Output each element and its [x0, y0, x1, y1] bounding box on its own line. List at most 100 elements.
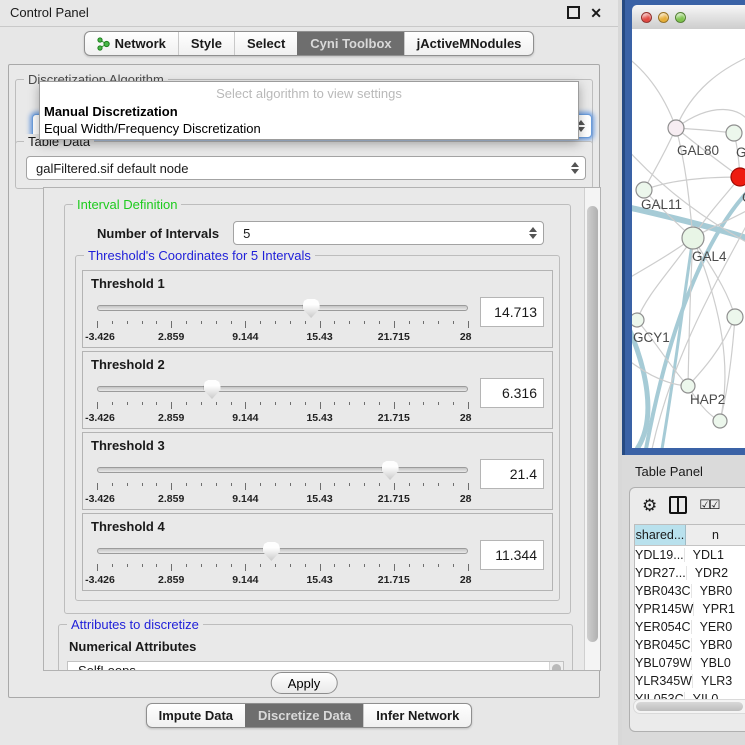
split-columns-icon[interactable]	[669, 496, 687, 514]
network-node-gal4[interactable]	[682, 227, 704, 249]
network-node-hap2[interactable]	[681, 379, 695, 393]
network-node-c[interactable]	[731, 168, 745, 186]
cell-shared-name[interactable]: YBR045C	[635, 638, 692, 652]
threshold-label: Threshold 3	[91, 438, 544, 454]
threshold-slider-2[interactable]: -3.4262.8599.14415.4321.71528	[97, 379, 468, 425]
cell-name[interactable]: YLR3	[693, 674, 745, 688]
threshold-label: Threshold 1	[91, 276, 544, 292]
num-intervals-combobox[interactable]: 5	[233, 221, 544, 245]
slider-ticks	[97, 402, 468, 410]
close-panel-icon[interactable]: ✕	[590, 7, 602, 19]
tab-jactivemnodules[interactable]: jActiveMNodules	[404, 32, 534, 55]
attributes-scrollbar[interactable]	[549, 662, 563, 670]
main-scrollbar[interactable]	[584, 188, 600, 670]
apply-button[interactable]: Apply	[271, 672, 338, 694]
tab-label: Network	[115, 36, 166, 51]
cell-shared-name[interactable]: YDL19...	[635, 548, 685, 562]
tab-style[interactable]: Style	[178, 32, 234, 55]
gear-icon[interactable]: ⚙	[642, 497, 657, 514]
slider-track[interactable]	[97, 386, 468, 392]
table-row[interactable]: YDL19...YDL1	[635, 546, 745, 564]
slider-track[interactable]	[97, 305, 468, 311]
tab-discretize-data[interactable]: Discretize Data	[245, 704, 363, 727]
threshold-slider-3[interactable]: -3.4262.8599.14415.4321.71528	[97, 460, 468, 506]
threshold-value-field-3[interactable]: 21.4	[480, 459, 544, 489]
numerical-attributes-list[interactable]: SelfLoopsTopologicalCoefficientBetweenne…	[67, 661, 564, 670]
network-node-h[interactable]	[727, 309, 743, 325]
network-edge[interactable]	[644, 177, 740, 190]
popup-item-equal-width-frequency-discretization[interactable]: Equal Width/Frequency Discretization	[40, 120, 578, 137]
node-label-hap2: HAP2	[690, 392, 725, 407]
threshold-value-field-4[interactable]: 11.344	[480, 540, 544, 570]
cell-shared-name[interactable]: YBL079W	[635, 656, 692, 670]
cell-shared-name[interactable]: YBR043C	[635, 584, 692, 598]
network-node-gal11[interactable]	[636, 182, 652, 198]
network-edge[interactable]	[676, 57, 745, 128]
table-row[interactable]: YPR145WYPR1	[635, 600, 745, 618]
threshold-value-field-1[interactable]: 14.713	[480, 297, 544, 327]
minimize-traffic-light-icon[interactable]	[658, 12, 669, 23]
stepper-arrows-icon	[529, 227, 537, 239]
node-attribute-table[interactable]: shared... n YDL19...YDL1YDR27...YDR2YBR0…	[634, 524, 745, 700]
cell-name[interactable]: YBR0	[692, 584, 745, 598]
cell-name[interactable]: YER0	[692, 620, 745, 634]
threshold-box-4: Threshold 4-3.4262.8599.14415.4321.71528…	[82, 513, 553, 591]
cell-shared-name[interactable]: YDR27...	[635, 566, 687, 580]
cell-name[interactable]: YBL0	[692, 656, 745, 670]
cell-shared-name[interactable]: YPR145W	[635, 602, 694, 616]
network-node-gcy1[interactable]	[632, 313, 644, 327]
network-edge[interactable]	[688, 317, 735, 386]
slider-thumb[interactable]	[382, 461, 399, 480]
zoom-traffic-light-icon[interactable]	[675, 12, 686, 23]
threshold-label: Threshold 2	[91, 357, 544, 373]
cell-name[interactable]: YPR1	[694, 602, 745, 616]
column-header-name[interactable]: n	[686, 525, 745, 545]
threshold-slider-1[interactable]: -3.4262.8599.14415.4321.71528	[97, 298, 468, 344]
close-traffic-light-icon[interactable]	[641, 12, 652, 23]
network-node-ga[interactable]	[726, 125, 742, 141]
algorithm-dropdown-popup: Select algorithm to view settings Manual…	[39, 81, 579, 140]
network-node-gal80[interactable]	[668, 120, 684, 136]
slider-thumb[interactable]	[204, 380, 221, 399]
network-edge[interactable]	[644, 128, 676, 190]
table-row[interactable]: YDR27...YDR2	[635, 564, 745, 582]
slider-track[interactable]	[97, 467, 468, 473]
panel-tabbar: Network StyleSelectCyni ToolboxjActiveMNo…	[84, 31, 535, 56]
cell-name[interactable]: YBR0	[692, 638, 745, 652]
column-header-shared-name[interactable]: shared...	[635, 525, 686, 545]
slider-tick-labels: -3.4262.8599.14415.4321.71528	[97, 574, 468, 586]
network-node[interactable]	[713, 414, 727, 428]
table-row[interactable]: YBR043CYBR0	[635, 582, 745, 600]
threshold-slider-4[interactable]: -3.4262.8599.14415.4321.71528	[97, 541, 468, 587]
tab-impute-data[interactable]: Impute Data	[147, 704, 245, 727]
table-horizontal-scrollbar[interactable]	[633, 699, 745, 714]
popup-item-manual-discretization[interactable]: Manual Discretization	[40, 103, 578, 120]
cell-shared-name[interactable]: YLR345W	[635, 674, 693, 688]
attribute-item-selfloops[interactable]: SelfLoops	[68, 662, 563, 670]
main-scrollbar-thumb[interactable]	[587, 206, 598, 642]
table-row[interactable]: YLR345WYLR3	[635, 672, 745, 690]
table-row[interactable]: YBL079WYBL0	[635, 654, 745, 672]
tab-infer-network[interactable]: Infer Network	[363, 704, 471, 727]
network-edge[interactable]	[676, 128, 734, 133]
slider-track[interactable]	[97, 548, 468, 554]
cell-name[interactable]: YDR2	[687, 566, 745, 580]
network-window-titlebar[interactable]	[632, 5, 745, 30]
table-row[interactable]: YER054CYER0	[635, 618, 745, 636]
float-window-icon[interactable]	[567, 6, 580, 19]
tab-select[interactable]: Select	[234, 32, 297, 55]
table-row[interactable]: YBR045CYBR0	[635, 636, 745, 654]
network-edge[interactable]	[632, 57, 676, 128]
interval-definition-group: Interval Definition Number of Intervals …	[64, 204, 571, 614]
table-data-combobox[interactable]: galFiltered.sif default node	[26, 156, 586, 180]
checkbox-icons[interactable]: ☑☑	[699, 497, 718, 513]
network-canvas[interactable]: GAL80GACGAL11GAL4GCY1HHAP2	[632, 29, 745, 448]
cell-shared-name[interactable]: YER054C	[635, 620, 692, 634]
slider-thumb[interactable]	[303, 299, 320, 318]
tab-cyni-toolbox[interactable]: Cyni Toolbox	[297, 32, 403, 55]
tab-network[interactable]: Network	[85, 32, 178, 55]
threshold-value-field-2[interactable]: 6.316	[480, 378, 544, 408]
cell-name[interactable]: YDL1	[685, 548, 745, 562]
threshold-box-3: Threshold 3 -3.4262.8599.14415.4321.71528…	[82, 432, 553, 510]
slider-thumb[interactable]	[263, 542, 280, 561]
